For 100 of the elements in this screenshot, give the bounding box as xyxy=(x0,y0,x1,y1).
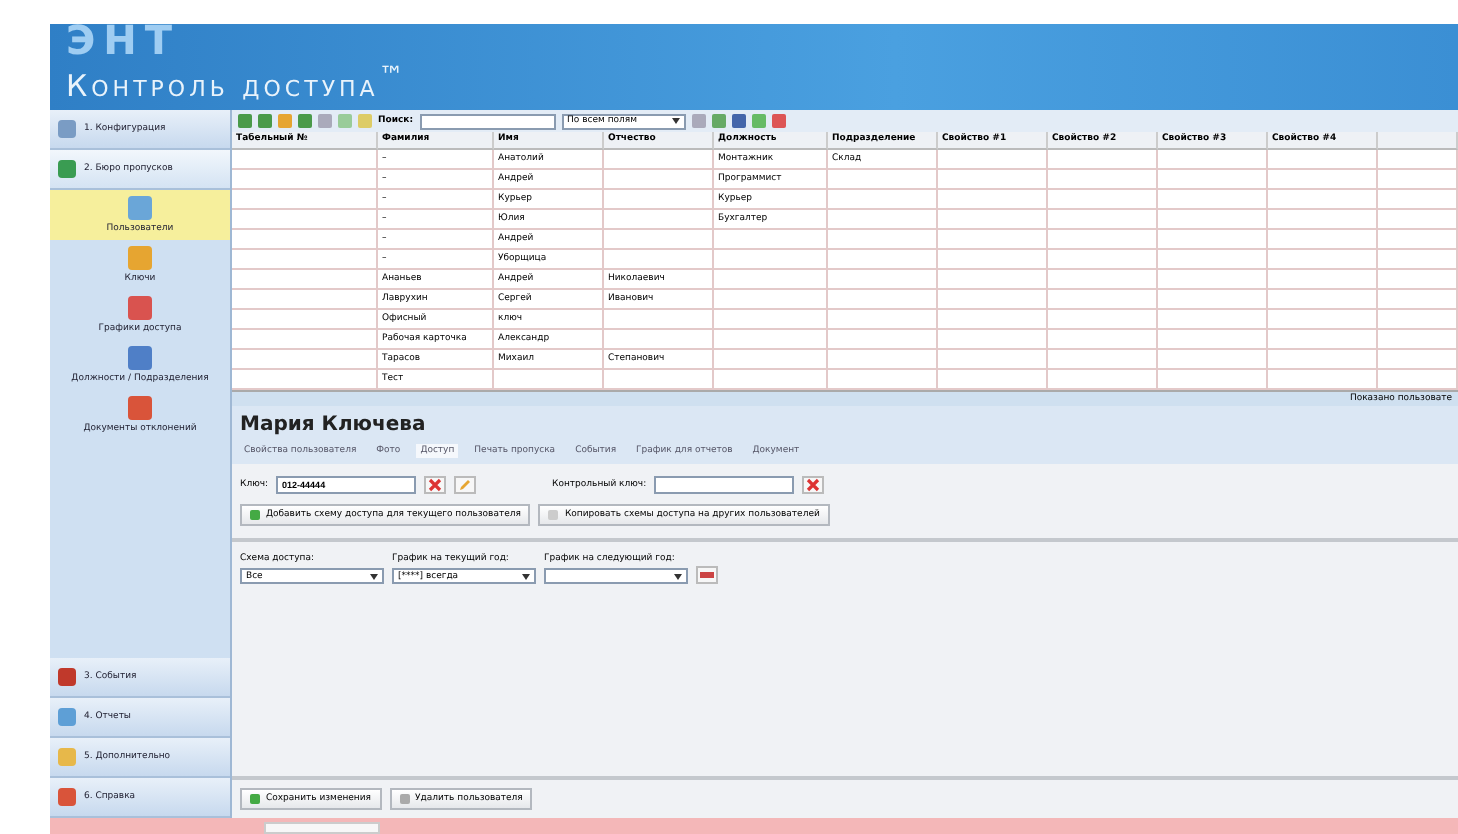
taskbar-tab[interactable] xyxy=(264,822,380,834)
user-name: Мария Ключева xyxy=(240,414,428,436)
table-cell xyxy=(1378,210,1458,230)
table-cell xyxy=(938,250,1048,270)
table-cell xyxy=(1378,310,1458,330)
table-cell xyxy=(1158,230,1268,250)
table-cell xyxy=(714,270,828,290)
table-cell xyxy=(1268,290,1378,310)
table-cell xyxy=(1158,270,1268,290)
table-cell xyxy=(604,170,714,190)
section-icon xyxy=(58,160,76,178)
dropdown-arrow-icon xyxy=(370,573,378,579)
table-cell xyxy=(714,290,828,310)
table-cell xyxy=(1158,290,1268,310)
edit-key-button[interactable] xyxy=(454,476,477,494)
table-cell xyxy=(1378,170,1458,190)
table-cell xyxy=(1268,330,1378,350)
table-cell xyxy=(1268,230,1378,250)
table-cell xyxy=(938,270,1048,290)
table-cell xyxy=(1378,250,1458,270)
clear-key-button[interactable] xyxy=(424,476,447,494)
section-icon xyxy=(58,788,76,806)
banner-watermark: ЭНТ xyxy=(66,20,181,60)
section-icon xyxy=(58,120,76,138)
table-cell xyxy=(1268,270,1378,290)
table-cell xyxy=(604,310,714,330)
table-cell xyxy=(1268,250,1378,270)
table-cell xyxy=(1378,290,1458,310)
table-cell xyxy=(1378,190,1458,210)
table-cell xyxy=(938,210,1048,230)
control-key-field[interactable] xyxy=(654,476,795,494)
clear-control-key-button[interactable] xyxy=(802,476,825,494)
table-cell xyxy=(1158,150,1268,170)
table-cell xyxy=(1048,330,1158,350)
table-cell xyxy=(1158,210,1268,230)
close-icon xyxy=(428,478,443,492)
table-cell xyxy=(1048,190,1158,210)
table-cell xyxy=(1048,150,1158,170)
table-cell xyxy=(828,230,938,250)
table-cell xyxy=(1048,210,1158,230)
table-cell xyxy=(828,170,938,190)
item-icon xyxy=(128,346,152,370)
table-cell xyxy=(1158,170,1268,190)
table-cell xyxy=(1268,170,1378,190)
dropdown-arrow-icon xyxy=(674,573,682,579)
table-cell xyxy=(1048,230,1158,250)
item-icon xyxy=(128,196,152,220)
table-cell xyxy=(714,250,828,270)
table-cell xyxy=(604,190,714,210)
table-cell xyxy=(1158,190,1268,210)
table-cell xyxy=(1048,310,1158,330)
table-cell xyxy=(604,250,714,270)
table-cell xyxy=(714,310,828,330)
table-cell xyxy=(1378,330,1458,350)
table-cell xyxy=(604,230,714,250)
app-title: Контроль доступа$^{™}$ xyxy=(66,60,408,102)
table-cell xyxy=(828,250,938,270)
table-cell xyxy=(828,330,938,350)
table-cell xyxy=(604,330,714,350)
dropdown-arrow-icon xyxy=(671,118,680,124)
table-cell xyxy=(828,210,938,230)
table-cell xyxy=(828,310,938,330)
table-cell xyxy=(714,350,828,370)
search-field[interactable] xyxy=(419,113,556,129)
table-cell xyxy=(1378,350,1458,370)
dropdown-field[interactable] xyxy=(544,568,688,584)
table-cell xyxy=(828,270,938,290)
table-cell xyxy=(1048,350,1158,370)
table-cell xyxy=(938,350,1048,370)
minus-icon xyxy=(700,572,714,578)
table-cell xyxy=(1048,170,1158,190)
table-cell xyxy=(1268,150,1378,170)
table-cell xyxy=(1158,330,1268,350)
table-cell xyxy=(1048,270,1158,290)
pencil-icon xyxy=(458,478,473,492)
table-cell xyxy=(1378,270,1458,290)
table-cell xyxy=(1048,250,1158,270)
table-cell xyxy=(1158,310,1268,330)
table-cell xyxy=(1158,350,1268,370)
table-cell xyxy=(604,210,714,230)
table-cell xyxy=(1378,230,1458,250)
section-icon xyxy=(58,668,76,686)
table-cell xyxy=(1268,210,1378,230)
section-icon xyxy=(58,708,76,726)
table-cell xyxy=(1048,290,1158,310)
remove-button[interactable] xyxy=(696,566,718,584)
table-cell xyxy=(828,190,938,210)
table-cell xyxy=(1158,250,1268,270)
item-icon xyxy=(128,296,152,320)
table-cell xyxy=(938,310,1048,330)
table-cell xyxy=(1268,310,1378,330)
table-cell xyxy=(938,330,1048,350)
table-cell xyxy=(938,290,1048,310)
table-cell xyxy=(714,230,828,250)
table-cell xyxy=(714,330,828,350)
close-icon xyxy=(806,478,821,492)
table-cell xyxy=(1268,350,1378,370)
table-cell xyxy=(604,150,714,170)
section-icon xyxy=(58,748,76,766)
item-icon xyxy=(128,396,152,420)
